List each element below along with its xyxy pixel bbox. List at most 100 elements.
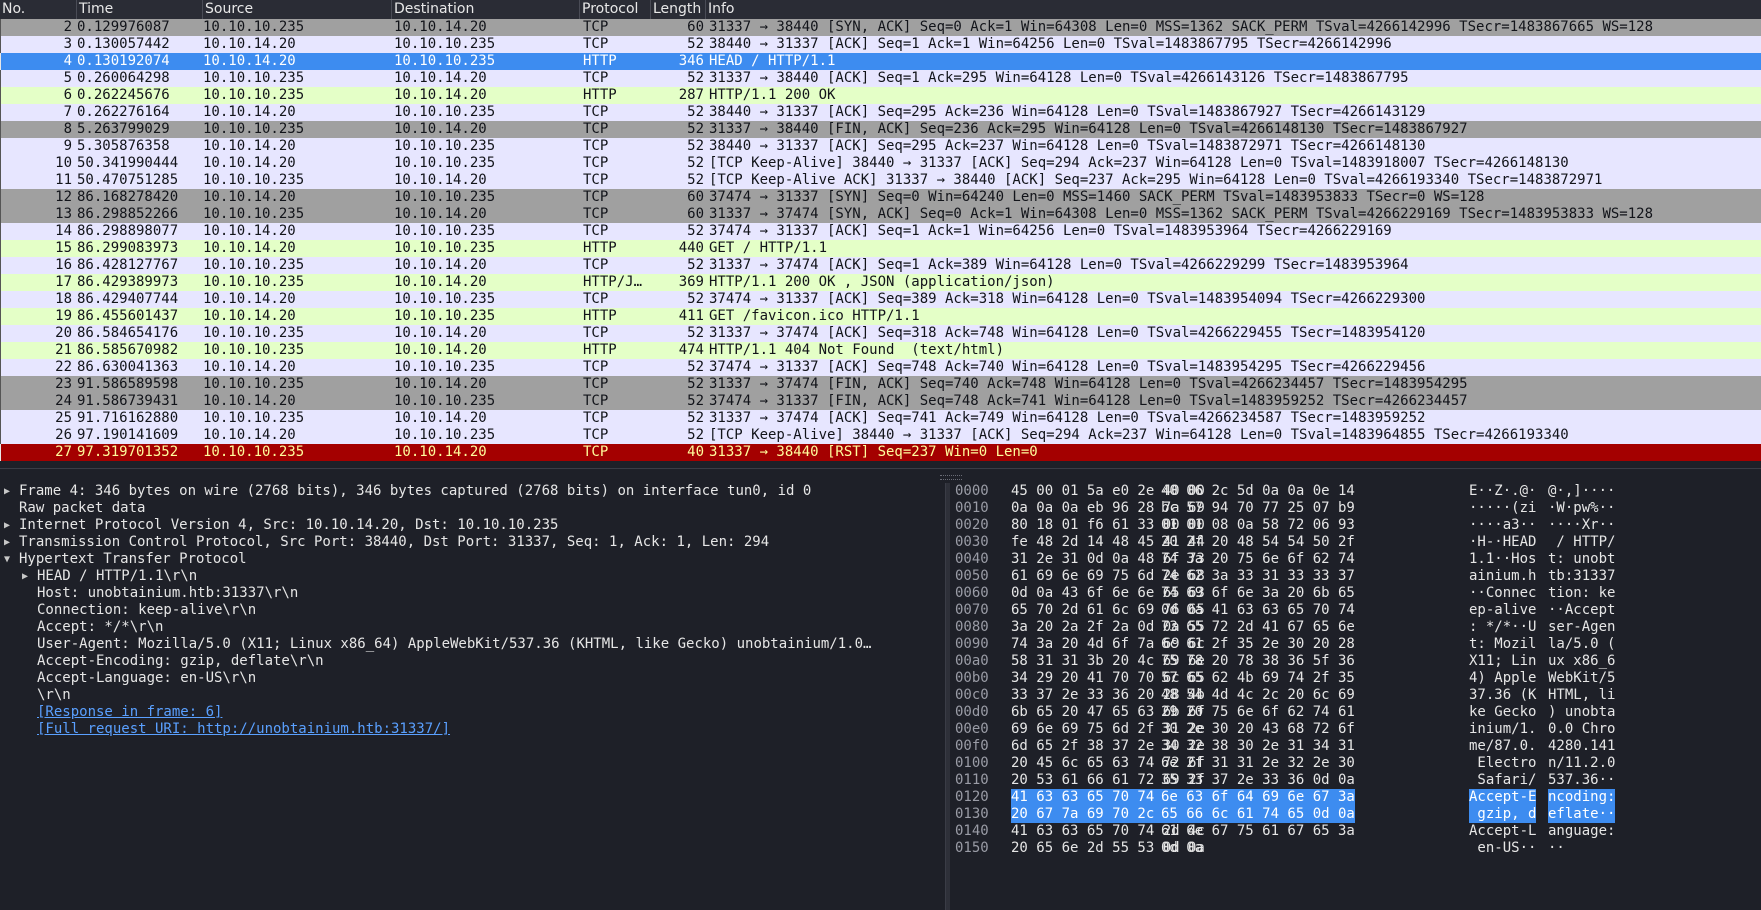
detail-link[interactable]: [Full request URI: http://unobtainium.ht… (37, 721, 450, 738)
packet-row[interactable]: 2 0.129976087 10.10.10.235 10.10.14.20 TCP 60… (0, 19, 1761, 36)
detail-line[interactable]: User-Agent: Mozilla/5.0 (X11; Linux x86_… (0, 636, 945, 653)
packet-row[interactable]: 6 0.262245676 10.10.10.235 10.10.14.20 HTTP 2… (0, 87, 1761, 104)
hex-row[interactable]: 0110 20 53 61 66 61 72 69 2f 35 33 37 2e 3… (950, 772, 1761, 789)
ascii-bytes[interactable]: ainium.h (1469, 568, 1536, 585)
ascii-bytes[interactable]: ·· (1548, 840, 1565, 857)
packet-list-pane[interactable]: No. Time Source Destination Protocol Len… (0, 0, 1761, 468)
hex-row[interactable]: 0060 0d 0a 43 6f 6e 6e 65 63 74 69 6f 6e 3… (950, 585, 1761, 602)
ascii-bytes[interactable]: ····Xr·· (1548, 517, 1615, 534)
hex-bytes[interactable]: 6e 2f 31 31 2e 32 2e 30 (1161, 755, 1355, 772)
column-header-length[interactable]: Length (651, 0, 706, 19)
packet-row[interactable]: 15 86.299083973 10.10.14.20 10.10.10.235 HTT… (0, 240, 1761, 257)
ascii-bytes[interactable]: 537.36·· (1548, 772, 1615, 789)
hex-row[interactable]: 0000 45 00 01 5a e0 2e 40 00 40 06 2c 5d 0… (950, 483, 1761, 500)
ascii-bytes[interactable]: @·,]···· (1548, 483, 1615, 500)
column-header-info[interactable]: Info (706, 0, 1761, 19)
packet-row[interactable]: 3 0.130057442 10.10.14.20 10.10.10.235 TCP 52… (0, 36, 1761, 53)
hex-bytes[interactable]: 30 2e 30 20 43 68 72 6f (1161, 721, 1355, 738)
detail-line[interactable]: Accept-Language: en-US\r\n (0, 670, 945, 687)
ascii-bytes[interactable]: anguage: (1548, 823, 1615, 840)
ascii-bytes[interactable]: n/11.2.0 (1548, 755, 1615, 772)
ascii-bytes[interactable]: HTML, li (1548, 687, 1615, 704)
hex-row[interactable]: 0130 20 67 7a 69 70 2c 20 64 65 66 6c 61 7… (950, 806, 1761, 823)
packet-row[interactable]: 5 0.260064298 10.10.10.235 10.10.14.20 TCP 52… (0, 70, 1761, 87)
hex-row[interactable]: 0140 41 63 63 65 70 74 2d 4c 61 6e 67 75 6… (950, 823, 1761, 840)
hex-row[interactable]: 0080 3a 20 2a 2f 2a 0d 0a 55 73 65 72 2d 4… (950, 619, 1761, 636)
packet-row[interactable]: 20 86.584654176 10.10.10.235 10.10.14.20 TCP… (0, 325, 1761, 342)
packet-row[interactable]: 17 86.429389973 10.10.10.235 10.10.14.20 HTT… (0, 274, 1761, 291)
ascii-bytes[interactable]: ep-alive (1469, 602, 1536, 619)
ascii-bytes[interactable]: E··Z·.@· (1469, 483, 1536, 500)
detail-line[interactable]: [Full request URI: http://unobtainium.ht… (0, 721, 945, 738)
expand-arrow-right-icon[interactable]: ▶ (4, 534, 10, 551)
hex-bytes[interactable]: 35 33 37 2e 33 36 0d 0a (1161, 772, 1355, 789)
hex-row[interactable]: 00a0 58 31 31 3b 20 4c 69 6e 75 78 20 78 3… (950, 653, 1761, 670)
detail-line[interactable]: Raw packet data (0, 500, 945, 517)
packet-row[interactable]: 11 50.470751285 10.10.10.235 10.10.14.20 TCP… (0, 172, 1761, 189)
hex-row[interactable]: 00e0 69 6e 69 75 6d 2f 31 2e 30 2e 30 20 4… (950, 721, 1761, 738)
packet-row[interactable]: 4 0.130192074 10.10.14.20 10.10.10.235 HTTP 3… (0, 53, 1761, 70)
hex-bytes[interactable]: 0d 0a (1161, 840, 1203, 857)
ascii-bytes[interactable]: la/5.0 ( (1548, 636, 1615, 653)
detail-line[interactable]: ▶ Internet Protocol Version 4, Src: 10.10… (0, 517, 945, 534)
ascii-bytes[interactable]: ser-Agen (1548, 619, 1615, 636)
hex-row[interactable]: 0100 20 45 6c 65 63 74 72 6f 6e 2f 31 31 2… (950, 755, 1761, 772)
hex-row[interactable]: 00c0 33 37 2e 33 36 20 28 4b 48 54 4d 4c 2… (950, 687, 1761, 704)
hex-bytes[interactable]: 01 01 08 0a 58 72 06 93 (1161, 517, 1355, 534)
packet-details-pane[interactable]: ▶ Frame 4: 346 bytes on wire (2768 bits),… (0, 483, 945, 910)
ascii-bytes[interactable]: 4280.141 (1548, 738, 1615, 755)
pane-splitter-horizontal[interactable] (0, 468, 1761, 484)
ascii-bytes[interactable]: eflate·· (1548, 806, 1616, 823)
ascii-bytes[interactable]: Safari/ (1469, 772, 1536, 789)
ascii-bytes[interactable]: X11; Lin (1469, 653, 1536, 670)
packet-row[interactable]: 27 97.319701352 10.10.10.235 10.10.14.20 TCP… (0, 444, 1761, 461)
detail-line[interactable]: ▶ Transmission Control Protocol, Src Port… (0, 534, 945, 551)
hex-row[interactable]: 00d0 6b 65 20 47 65 63 6b 6f 29 20 75 6e 6… (950, 704, 1761, 721)
ascii-bytes[interactable]: ncoding: (1548, 789, 1616, 806)
hex-row[interactable]: 0150 20 65 6e 2d 55 53 0d 0a 0d 0a en-US··… (950, 840, 1761, 857)
packet-row[interactable]: 25 91.716162880 10.10.10.235 10.10.14.20 TCP… (0, 410, 1761, 427)
detail-line[interactable]: [Response in frame: 6] (0, 704, 945, 721)
detail-line[interactable]: ▶ HEAD / HTTP/1.1\r\n (0, 568, 945, 585)
ascii-bytes[interactable]: 4) Apple (1469, 670, 1536, 687)
ascii-bytes[interactable]: ·H-·HEAD (1469, 534, 1536, 551)
packet-row[interactable]: 8 5.263799029 10.10.10.235 10.10.14.20 TCP 52… (0, 121, 1761, 138)
expand-arrow-right-icon[interactable]: ▶ (22, 568, 28, 585)
column-header-time[interactable]: Time (77, 0, 203, 19)
packet-row[interactable]: 7 0.262276164 10.10.14.20 10.10.10.235 TCP 52… (0, 104, 1761, 121)
expand-arrow-right-icon[interactable]: ▶ (4, 517, 10, 534)
expand-arrow-down-icon[interactable]: ▼ (4, 551, 10, 568)
ascii-bytes[interactable]: : */*··U (1469, 619, 1536, 636)
column-header-source[interactable]: Source (203, 0, 392, 19)
ascii-bytes[interactable]: tb:31337 (1548, 568, 1615, 585)
ascii-bytes[interactable]: / HTTP/ (1548, 534, 1615, 551)
ascii-bytes[interactable]: inium/1. (1469, 721, 1536, 738)
hex-row[interactable]: 0020 80 18 01 f6 61 33 00 00 01 01 08 0a 5… (950, 517, 1761, 534)
hex-row[interactable]: 0050 61 69 6e 69 75 6d 2e 68 74 62 3a 33 3… (950, 568, 1761, 585)
hex-bytes[interactable]: 20 2f 20 48 54 54 50 2f (1161, 534, 1355, 551)
hex-bytes[interactable]: 40 06 2c 5d 0a 0a 0e 14 (1161, 483, 1355, 500)
hex-bytes[interactable]: 73 65 72 2d 41 67 65 6e (1161, 619, 1355, 636)
packet-row[interactable]: 24 91.586739431 10.10.14.20 10.10.10.235 TCP… (0, 393, 1761, 410)
hex-bytes[interactable]: 6c 61 2f 35 2e 30 20 28 (1161, 636, 1355, 653)
detail-line[interactable]: Accept: */*\r\n (0, 619, 945, 636)
ascii-bytes[interactable]: 0.0 Chro (1548, 721, 1615, 738)
ascii-bytes[interactable]: Electro (1469, 755, 1536, 772)
ascii-bytes[interactable]: gzip, d (1469, 806, 1537, 823)
detail-line[interactable]: Connection: keep-alive\r\n (0, 602, 945, 619)
ascii-bytes[interactable]: en-US·· (1469, 840, 1536, 857)
hex-bytes[interactable]: 74 69 6f 6e 3a 20 6b 65 (1161, 585, 1355, 602)
hex-row[interactable]: 0040 31 2e 31 0d 0a 48 6f 73 74 3a 20 75 6… (950, 551, 1761, 568)
detail-line[interactable]: Accept-Encoding: gzip, deflate\r\n (0, 653, 945, 670)
ascii-bytes[interactable]: ·····(zi (1469, 500, 1536, 517)
hex-bytes[interactable]: 48 54 4d 4c 2c 20 6c 69 (1161, 687, 1355, 704)
hex-row[interactable]: 0070 65 70 2d 61 6c 69 76 65 0d 0a 41 63 6… (950, 602, 1761, 619)
packet-row[interactable]: 9 5.305876358 10.10.14.20 10.10.10.235 TCP 52… (0, 138, 1761, 155)
packet-row[interactable]: 18 86.429407744 10.10.14.20 10.10.10.235 TCP… (0, 291, 1761, 308)
packet-bytes-pane[interactable]: 0000 45 00 01 5a e0 2e 40 00 40 06 2c 5d 0… (950, 483, 1761, 910)
packet-row[interactable]: 12 86.168278420 10.10.14.20 10.10.10.235 TCP… (0, 189, 1761, 206)
hex-bytes[interactable]: 29 20 75 6e 6f 62 74 61 (1161, 704, 1355, 721)
ascii-bytes[interactable]: ··Connec (1469, 585, 1536, 602)
ascii-bytes[interactable]: ·W·pw%·· (1548, 500, 1615, 517)
hex-bytes[interactable]: 61 6e 67 75 61 67 65 3a (1161, 823, 1355, 840)
